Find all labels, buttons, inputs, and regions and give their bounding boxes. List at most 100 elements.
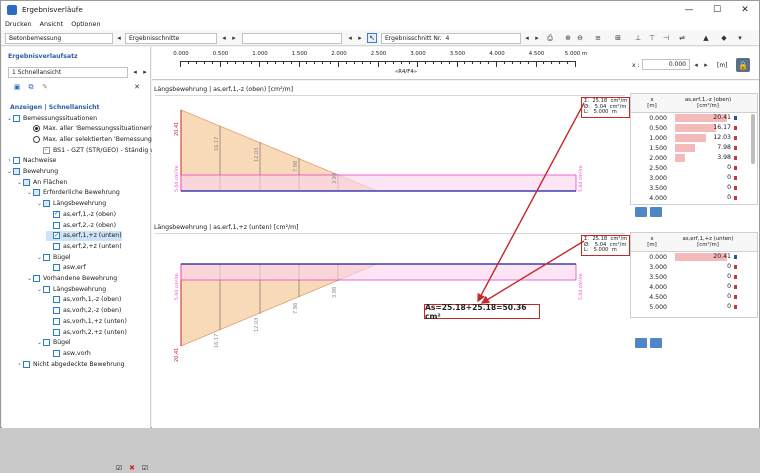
next-section-icon[interactable]: ▸ bbox=[229, 33, 239, 43]
edit-set-icon[interactable]: ✎ bbox=[40, 82, 50, 92]
tree-item[interactable]: ✓ as,erf,1,+z (unten) bbox=[46, 230, 122, 241]
tree-item[interactable]: asw,vorh bbox=[46, 348, 91, 358]
prev-arrow-icon[interactable]: ◂ bbox=[114, 33, 124, 43]
expand-chevron-icon[interactable]: ⌄ bbox=[26, 275, 33, 282]
print-icon[interactable]: ⎙ bbox=[545, 33, 555, 43]
x-position-input[interactable]: 0.000 bbox=[642, 59, 690, 70]
tree-item[interactable]: as,vorh,1,+z (unten) bbox=[46, 316, 127, 326]
section-number-select[interactable]: Ergebnisschnitt Nr. 4 bbox=[381, 33, 521, 44]
menu-optionen[interactable]: Optionen bbox=[71, 20, 100, 28]
member-icon[interactable]: ⊤ bbox=[647, 33, 657, 43]
expand-chevron-icon[interactable]: ⌄ bbox=[36, 286, 43, 293]
tree-item[interactable]: asw,erf bbox=[46, 263, 86, 273]
prev-number-icon[interactable]: ◂ bbox=[522, 33, 532, 43]
tree-item[interactable]: Max. aller 'Bemessungssituationen' bbox=[26, 124, 153, 134]
display-icon[interactable]: ≡ bbox=[593, 33, 603, 43]
tree-item[interactable]: as,vorh,2,-z (oben) bbox=[46, 306, 121, 316]
next-number-icon[interactable]: ▸ bbox=[532, 33, 542, 43]
design-type-select[interactable]: Betonbemessung bbox=[5, 33, 113, 44]
checkbox[interactable] bbox=[53, 242, 60, 250]
x-next-icon[interactable]: ▸ bbox=[701, 60, 711, 70]
expand-chevron-icon[interactable]: ⌄ bbox=[36, 339, 43, 346]
checkbox[interactable] bbox=[43, 200, 50, 208]
tree-item[interactable]: ⌄ Längsbewehrung bbox=[36, 284, 106, 294]
next-object-icon[interactable]: ▸ bbox=[355, 33, 365, 43]
radio-button[interactable] bbox=[33, 125, 40, 133]
lock-icon[interactable]: 🔒 bbox=[736, 58, 750, 72]
expand-chevron-icon[interactable]: ⌄ bbox=[36, 254, 43, 261]
prev-section-icon[interactable]: ◂ bbox=[219, 33, 229, 43]
tree-item[interactable]: ⌄ Bügel bbox=[36, 252, 71, 262]
result-set-select[interactable]: 1 Schnellansicht bbox=[8, 67, 128, 78]
zoom-out-icon[interactable]: ⊖ bbox=[575, 33, 585, 43]
uncheck-all-icon[interactable]: ✖ bbox=[127, 463, 137, 472]
checkbox[interactable] bbox=[53, 328, 60, 336]
copy-set-icon[interactable]: ⧉ bbox=[26, 82, 36, 92]
menu-ansicht[interactable]: Ansicht bbox=[40, 20, 64, 28]
support-icon[interactable]: ⊥ bbox=[633, 33, 643, 43]
checkbox[interactable] bbox=[53, 317, 60, 325]
checkbox[interactable]: ✓ bbox=[53, 232, 60, 240]
close-button[interactable]: ✕ bbox=[731, 1, 759, 18]
checkbox[interactable] bbox=[33, 189, 40, 197]
x-prev-icon[interactable]: ◂ bbox=[691, 60, 701, 70]
checkbox[interactable] bbox=[13, 157, 20, 165]
render-icon[interactable]: ◆ bbox=[719, 33, 729, 43]
set-prev-icon[interactable]: ◂ bbox=[130, 67, 140, 77]
expand-chevron-icon[interactable]: ⌄ bbox=[36, 200, 43, 207]
tree-item[interactable]: ⌄ Bemessungssituationen bbox=[6, 113, 97, 123]
menu-drucken[interactable]: Drucken bbox=[5, 20, 32, 28]
diagram-icon[interactable]: ⊞ bbox=[613, 33, 623, 43]
checkbox[interactable] bbox=[33, 275, 40, 282]
tree-item[interactable]: ⌄ Bewehrung bbox=[6, 167, 58, 177]
checkbox[interactable] bbox=[43, 285, 50, 293]
tree-item[interactable]: as,erf,2,+z (unten) bbox=[46, 241, 122, 251]
expand-chevron-icon[interactable]: ⌄ bbox=[6, 168, 13, 175]
tree-item[interactable]: as,erf,2,-z (oben) bbox=[46, 220, 116, 230]
tree-item[interactable]: ⌄ Vorhandene Bewehrung bbox=[26, 274, 117, 284]
maximize-button[interactable]: ☐ bbox=[703, 1, 731, 18]
sections-select[interactable]: Ergebnisschnitte bbox=[125, 33, 217, 44]
tree-item[interactable]: › Nachweise bbox=[6, 156, 56, 166]
tree-item[interactable]: ✓ BS1 - GZT (STR/GEO) - Ständig u... bbox=[36, 145, 160, 155]
expand-chevron-icon[interactable]: › bbox=[16, 361, 23, 368]
select-icon[interactable]: ↖ bbox=[367, 33, 377, 43]
tree-item[interactable]: › Nicht abgedeckte Bewehrung bbox=[16, 359, 125, 369]
checkbox[interactable]: ✓ bbox=[53, 210, 60, 218]
checkbox[interactable] bbox=[43, 339, 50, 347]
checkbox[interactable] bbox=[23, 360, 30, 368]
checkbox[interactable] bbox=[53, 296, 60, 304]
tree-item[interactable]: ⌄ Längsbewehrung bbox=[36, 199, 106, 209]
expand-chevron-icon[interactable]: ⌄ bbox=[6, 115, 13, 122]
tree-item[interactable]: ✓ as,erf,1,-z (oben) bbox=[46, 209, 116, 219]
radio-button[interactable] bbox=[33, 135, 40, 143]
checkbox[interactable] bbox=[53, 221, 60, 229]
expand-chevron-icon[interactable]: ⌄ bbox=[16, 179, 23, 186]
checkbox[interactable] bbox=[53, 264, 60, 272]
zoom-in-icon[interactable]: ⊕ bbox=[563, 33, 573, 43]
tree-item[interactable]: ⌄ Bügel bbox=[36, 338, 71, 348]
result-icon[interactable]: ⊣ bbox=[661, 33, 671, 43]
new-set-icon[interactable]: ▣ bbox=[12, 82, 22, 92]
checkbox[interactable]: ✓ bbox=[43, 146, 50, 154]
set-next-icon[interactable]: ▸ bbox=[140, 67, 150, 77]
expand-chevron-icon[interactable]: › bbox=[6, 157, 13, 164]
minimize-button[interactable]: — bbox=[675, 1, 703, 18]
checkbox[interactable] bbox=[23, 178, 30, 186]
checkbox[interactable] bbox=[53, 349, 60, 357]
checkbox[interactable] bbox=[43, 253, 50, 261]
tree-item[interactable]: as,vorh,2,+z (unten) bbox=[46, 327, 127, 337]
tree-item[interactable]: ⌄ Erforderliche Bewehrung bbox=[26, 188, 120, 198]
checkbox[interactable] bbox=[13, 114, 20, 122]
settings-icon[interactable]: ▾ bbox=[735, 33, 745, 43]
checkbox[interactable] bbox=[53, 307, 60, 315]
tree-item[interactable]: Max. aller selektierten 'Bemessungssit..… bbox=[26, 134, 168, 144]
prev-object-icon[interactable]: ◂ bbox=[345, 33, 355, 43]
checkbox[interactable] bbox=[13, 168, 20, 175]
tree-item[interactable]: ⌄ An Flächen bbox=[16, 177, 67, 187]
view-icon[interactable]: ▲ bbox=[701, 33, 711, 43]
expand-chevron-icon[interactable]: ⌄ bbox=[26, 189, 33, 196]
delete-set-icon[interactable]: ✕ bbox=[132, 82, 142, 92]
tree-item[interactable]: as,vorh,1,-z (oben) bbox=[46, 295, 121, 305]
check-all-icon[interactable]: ☑ bbox=[114, 463, 124, 472]
